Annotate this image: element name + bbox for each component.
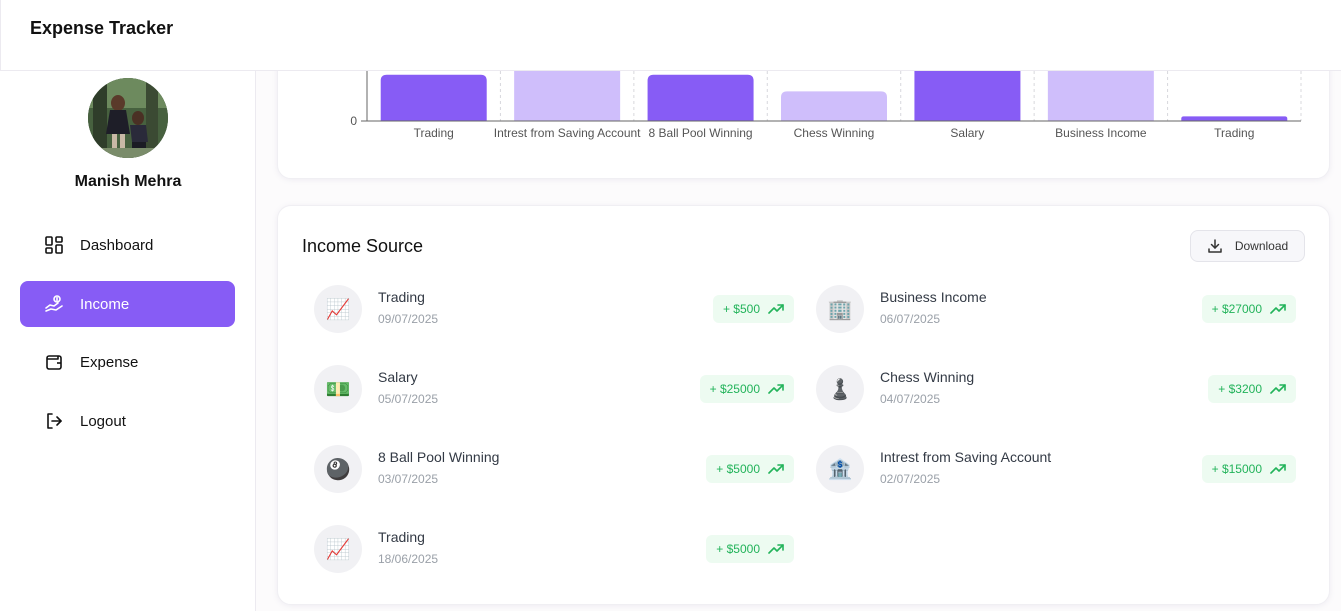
transaction-title: 8 Ball Pool Winning xyxy=(378,449,500,465)
x-tick-label: Trading xyxy=(1214,126,1254,140)
transaction-emoji-icon: 💵 xyxy=(314,365,362,413)
x-tick-label: Business Income xyxy=(1055,126,1147,140)
transaction-date: 02/07/2025 xyxy=(880,472,941,486)
transaction-date: 03/07/2025 xyxy=(378,472,439,486)
transaction-amount-badge: + $25000 xyxy=(699,375,794,403)
transaction-item[interactable]: 📈 Trading 09/07/2025 + $500 xyxy=(314,281,794,337)
transaction-date: 05/07/2025 xyxy=(378,392,439,406)
transaction-item[interactable]: 💵 Salary 05/07/2025 + $25000 xyxy=(314,361,794,417)
transaction-date: 18/06/2025 xyxy=(378,552,439,566)
x-tick-label: Chess Winning xyxy=(794,126,875,140)
trend-up-icon xyxy=(768,544,784,554)
transaction-date: 06/07/2025 xyxy=(880,312,941,326)
transaction-amount: + $5000 xyxy=(716,462,760,476)
x-tick-label: Intrest from Saving Account xyxy=(494,126,641,140)
transaction-emoji-icon: 🏢 xyxy=(816,285,864,333)
trend-up-icon xyxy=(1270,384,1286,394)
section-title: Income Source xyxy=(302,236,424,256)
sidebar-item-dashboard[interactable]: Dashboard xyxy=(20,222,235,268)
transaction-amount: + $5000 xyxy=(716,542,760,556)
sidebar: Manish Mehra Dashboard Income Expense Lo… xyxy=(0,71,256,611)
chart-bar[interactable] xyxy=(380,74,487,121)
transaction-amount-badge: + $500 xyxy=(712,295,794,323)
sidebar-item-label: Logout xyxy=(80,412,126,430)
transaction-title: Trading xyxy=(378,529,425,545)
transaction-emoji-icon: 🎱 xyxy=(314,445,362,493)
transaction-item[interactable]: 📈 Trading 18/06/2025 + $5000 xyxy=(314,521,794,577)
avatar-photo xyxy=(88,78,168,158)
transaction-amount-badge: + $5000 xyxy=(706,455,794,483)
income-source-card: Income Source Download 📈 Trading 09/07/202… xyxy=(277,205,1330,605)
sidebar-item-income[interactable]: Income xyxy=(20,281,235,327)
transaction-amount-badge: + $5000 xyxy=(706,535,794,563)
x-tick-label: Salary xyxy=(950,126,984,140)
transaction-item[interactable]: 🏢 Business Income 06/07/2025 + $27000 xyxy=(816,281,1296,337)
top-bar: Expense Tracker xyxy=(0,0,1341,71)
logout-icon xyxy=(44,411,64,431)
transaction-amount-badge: + $3200 xyxy=(1208,375,1296,403)
transaction-title: Chess Winning xyxy=(880,369,975,385)
chart-bar[interactable] xyxy=(781,91,887,121)
income-icon xyxy=(44,294,64,314)
transaction-date: 09/07/2025 xyxy=(378,312,439,326)
download-label: Download xyxy=(1234,239,1289,253)
transaction-title: Intrest from Saving Account xyxy=(880,449,1052,465)
x-tick-label: Trading xyxy=(414,126,454,140)
transaction-date: 04/07/2025 xyxy=(880,392,941,406)
trend-up-icon xyxy=(1270,464,1286,474)
transaction-amount: + $15000 xyxy=(1211,462,1262,476)
trend-up-icon xyxy=(768,384,784,394)
transaction-amount: + $3200 xyxy=(1218,382,1262,396)
transaction-item[interactable]: 🎱 8 Ball Pool Winning 03/07/2025 + $5000 xyxy=(314,441,794,497)
transaction-amount: + $500 xyxy=(722,302,760,316)
sidebar-item-label: Expense xyxy=(80,353,139,371)
y-tick-label: 0 xyxy=(350,114,357,128)
transaction-emoji-icon: 🏦 xyxy=(816,445,864,493)
transaction-item[interactable]: 🏦 Intrest from Saving Account 02/07/2025 + … xyxy=(816,441,1296,497)
transaction-emoji-icon: ♟️ xyxy=(816,365,864,413)
sidebar-item-expense[interactable]: Expense xyxy=(20,339,235,385)
trend-up-icon xyxy=(768,304,784,314)
wallet-icon xyxy=(44,352,64,372)
chart-bar[interactable] xyxy=(647,74,754,121)
transaction-emoji-icon: 📈 xyxy=(314,285,362,333)
app-title: Expense Tracker xyxy=(30,18,174,38)
download-icon xyxy=(1208,239,1222,253)
transaction-amount-badge: + $15000 xyxy=(1201,455,1296,483)
transaction-title: Salary xyxy=(378,369,418,385)
dashboard-icon xyxy=(44,235,64,255)
trend-up-icon xyxy=(768,464,784,474)
x-tick-label: 8 Ball Pool Winning xyxy=(649,126,753,140)
download-button[interactable]: Download xyxy=(1190,230,1305,262)
transaction-item[interactable]: ♟️ Chess Winning 04/07/2025 + $3200 xyxy=(816,361,1296,417)
transaction-amount: + $25000 xyxy=(709,382,760,396)
trend-up-icon xyxy=(1270,304,1286,314)
avatar xyxy=(88,78,168,158)
transaction-title: Trading xyxy=(378,289,425,305)
transaction-emoji-icon: 📈 xyxy=(314,525,362,573)
transaction-amount: + $27000 xyxy=(1211,302,1262,316)
sidebar-item-logout[interactable]: Logout xyxy=(20,398,235,444)
chart-bar[interactable] xyxy=(1181,116,1288,121)
sidebar-item-label: Income xyxy=(80,295,130,313)
user-name: Manish Mehra xyxy=(74,173,182,190)
transaction-title: Business Income xyxy=(880,289,987,305)
transaction-amount-badge: + $27000 xyxy=(1201,295,1296,323)
sidebar-item-label: Dashboard xyxy=(80,236,154,254)
